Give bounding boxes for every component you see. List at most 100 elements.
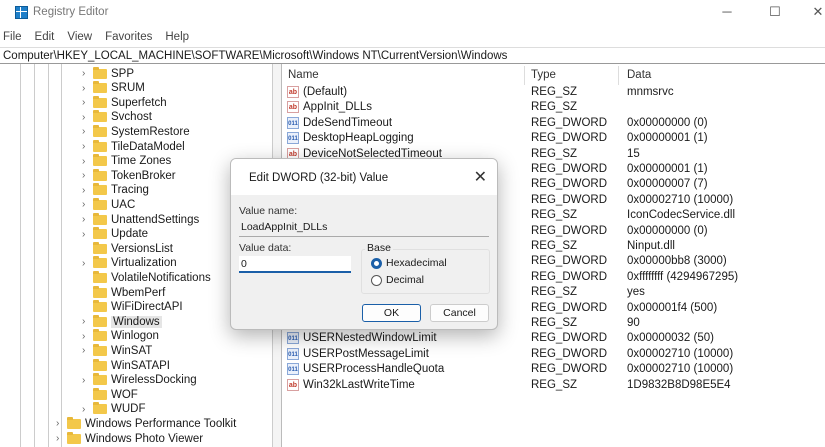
tree-item[interactable]: › WirelessDocking: [82, 373, 197, 388]
tree-item[interactable]: › Windows: [82, 314, 162, 329]
tree-item-label: Windows: [111, 315, 162, 328]
column-header-data[interactable]: Data: [627, 69, 651, 85]
tree-item[interactable]: › SPP: [82, 66, 134, 81]
tree-item[interactable]: › TileDataModel: [82, 139, 185, 154]
list-row[interactable]: 011 USERProcessHandleQuota REG_DWORD 0x0000…: [283, 363, 825, 378]
tree-item[interactable]: › SystemRestore: [82, 124, 190, 139]
list-row[interactable]: ab AppInit_DLLs REG_SZ: [283, 101, 825, 116]
value-data: mnmsrvc: [627, 86, 674, 98]
tree-item-label: Winlogon: [111, 330, 159, 343]
value-data: yes: [627, 286, 645, 299]
hexadecimal-radio[interactable]: [371, 258, 382, 269]
chevron-right-icon[interactable]: ›: [82, 258, 90, 269]
tree-item-label: Svchost: [111, 111, 152, 124]
chevron-right-icon[interactable]: ›: [82, 141, 90, 152]
chevron-right-icon[interactable]: ›: [82, 199, 90, 210]
chevron-right-icon[interactable]: ›: [82, 316, 90, 327]
chevron-right-icon[interactable]: ›: [82, 83, 90, 94]
tree-item[interactable]: › Winlogon: [82, 329, 159, 344]
tree-item[interactable]: WbemPerf: [82, 285, 165, 300]
tree-item[interactable]: VersionsList: [82, 241, 173, 256]
chevron-right-icon[interactable]: ›: [82, 229, 90, 240]
maximize-button[interactable]: ☐: [760, 2, 790, 22]
tree-item-label: SystemRestore: [111, 125, 190, 138]
hexadecimal-label[interactable]: Hexadecimal: [386, 257, 447, 269]
tree-item[interactable]: › Windows Photo Viewer: [56, 431, 203, 446]
list-row[interactable]: 011 DesktopHeapLogging REG_DWORD 0x00000001…: [283, 132, 825, 147]
list-row[interactable]: 011 USERPostMessageLimit REG_DWORD 0x000027…: [283, 347, 825, 363]
menu-help[interactable]: Help: [165, 31, 189, 47]
chevron-right-icon[interactable]: ›: [82, 375, 90, 386]
tree-item[interactable]: › UnattendSettings: [82, 212, 199, 227]
chevron-right-icon[interactable]: ›: [82, 112, 90, 123]
menu-edit[interactable]: Edit: [35, 31, 55, 47]
tree-item[interactable]: WiFiDirectAPI: [82, 300, 183, 315]
tree-item[interactable]: › SRUM: [82, 81, 145, 96]
value-type: REG_SZ: [531, 378, 578, 391]
folder-icon: [93, 95, 107, 108]
chevron-right-icon[interactable]: ›: [82, 126, 90, 137]
value-name: AppInit_DLLs: [303, 101, 373, 114]
list-row[interactable]: ab (Default) REG_SZ mnmsrvc: [283, 86, 825, 101]
chevron-right-icon[interactable]: ›: [82, 185, 90, 196]
chevron-right-icon[interactable]: ›: [82, 97, 90, 108]
ok-button[interactable]: OK: [362, 304, 421, 322]
tree-item[interactable]: WinSATAPI: [82, 358, 170, 373]
tree-item[interactable]: › WinSAT: [82, 343, 152, 358]
tree-item-label: TileDataModel: [111, 140, 185, 153]
tree-item[interactable]: › Superfetch: [82, 95, 167, 110]
menu-view[interactable]: View: [67, 31, 92, 47]
chevron-right-icon[interactable]: ›: [82, 156, 90, 167]
value-data-input[interactable]: 0: [239, 256, 351, 273]
list-row[interactable]: ab Win32kLastWriteTime REG_SZ 1D9832B8D98E5…: [283, 378, 825, 394]
tree-item-label: Windows Performance Toolkit: [85, 417, 237, 430]
chevron-right-icon[interactable]: ›: [82, 404, 90, 415]
menu-favorites[interactable]: Favorites: [105, 31, 152, 47]
tree-item[interactable]: › WUDF: [82, 402, 146, 417]
tree-item[interactable]: › Windows Performance Toolkit: [56, 416, 236, 431]
dialog-close-icon[interactable]: ✕: [474, 167, 487, 187]
column-header-type[interactable]: Type: [531, 69, 556, 85]
address-bar[interactable]: Computer\HKEY_LOCAL_MACHINE\SOFTWARE\Mic…: [0, 47, 825, 64]
value-data: 0x000001f4 (500): [627, 301, 718, 314]
tree-item[interactable]: › UAC: [82, 197, 135, 212]
cancel-button[interactable]: Cancel: [430, 304, 489, 322]
tree-item[interactable]: › Tracing: [82, 183, 149, 198]
dialog-title: Edit DWORD (32-bit) Value: [249, 172, 389, 184]
string-value-icon: ab: [287, 86, 299, 98]
chevron-right-icon[interactable]: ›: [82, 214, 90, 225]
value-type: REG_DWORD: [531, 332, 608, 345]
value-data: 0x00000000 (0): [627, 224, 708, 237]
list-row[interactable]: 011 USERNestedWindowLimit REG_DWORD 0x00000…: [283, 332, 825, 347]
value-type: REG_SZ: [531, 209, 578, 222]
tree-item[interactable]: › Svchost: [82, 110, 152, 125]
title-bar: Registry Editor ─ ☐ ✕: [0, 0, 825, 26]
tree-item[interactable]: VolatileNotifications: [82, 270, 211, 285]
chevron-right-icon[interactable]: ›: [82, 68, 90, 79]
close-button[interactable]: ✕: [803, 2, 825, 22]
column-header-name[interactable]: Name: [288, 69, 319, 85]
decimal-radio[interactable]: [371, 275, 382, 286]
folder-icon: [93, 314, 107, 327]
value-data: 0x00000032 (50): [627, 332, 714, 345]
chevron-right-icon[interactable]: ›: [82, 345, 90, 356]
decimal-label[interactable]: Decimal: [386, 274, 424, 286]
menu-bar: File Edit View Favorites Help: [0, 31, 189, 47]
value-type: REG_DWORD: [531, 224, 608, 237]
tree-item[interactable]: › TokenBroker: [82, 168, 176, 183]
tree-item[interactable]: › Time Zones: [82, 154, 171, 169]
chevron-right-icon[interactable]: ›: [82, 331, 90, 342]
chevron-right-icon[interactable]: ›: [82, 170, 90, 181]
chevron-right-icon[interactable]: ›: [56, 418, 64, 429]
folder-icon: [93, 183, 107, 196]
tree-item[interactable]: › Update: [82, 227, 148, 242]
list-row[interactable]: 011 DdeSendTimeout REG_DWORD 0x00000000 (0): [283, 116, 825, 132]
tree-item[interactable]: WOF: [82, 387, 138, 402]
value-data: 0x00002710 (10000): [627, 347, 734, 360]
chevron-right-icon[interactable]: ›: [56, 433, 64, 444]
minimize-button[interactable]: ─: [712, 2, 742, 22]
tree-item[interactable]: › Virtualization: [82, 256, 177, 271]
value-data: 0x00002710 (10000): [627, 193, 734, 206]
folder-icon: [93, 227, 107, 240]
menu-file[interactable]: File: [3, 31, 22, 47]
